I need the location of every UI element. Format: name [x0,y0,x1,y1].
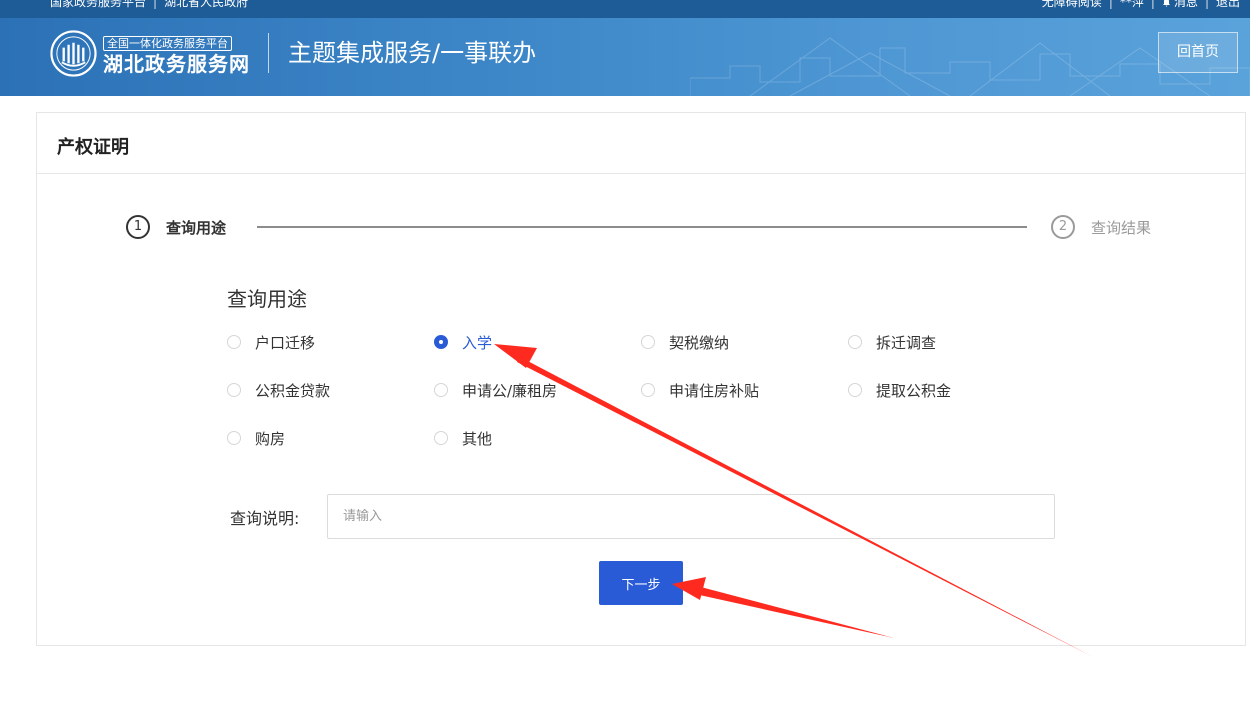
page-heading: 主题集成服务/一事联办 [288,39,537,67]
panel-divider [37,173,1245,174]
option-label: 拆迁调查 [876,333,937,352]
radio-button[interactable] [227,383,241,397]
radio-button-checked[interactable] [434,335,448,349]
option-label: 申请住房补贴 [669,381,760,400]
hubei-emblem-logo[interactable] [50,30,97,77]
radio-button[interactable] [434,383,448,397]
radio-button[interactable] [641,335,655,349]
query-description-input[interactable] [327,494,1055,539]
purpose-option-fund-withdrawal[interactable]: 提取公积金 [848,380,951,400]
radio-button[interactable] [227,431,241,445]
brand-subtitle: 全国一体化政务服务平台 [103,36,232,51]
purpose-option-other[interactable]: 其他 [434,428,492,448]
purpose-section-title: 查询用途 [227,287,307,311]
step-1-number: 1 [126,215,150,239]
top-bar-right: 无障碍阅读 | **萍 | 消息 | 退出 [1042,0,1240,9]
query-description-label: 查询说明: [230,509,300,528]
top-bar-left: 国家政务服务平台 | 湖北省人民政府 [50,0,248,9]
radio-button[interactable] [227,335,241,349]
option-label: 公积金贷款 [255,381,331,400]
option-label: 申请公/廉租房 [462,381,558,400]
radio-button[interactable] [848,335,862,349]
radio-button[interactable] [641,383,655,397]
header-divider [268,33,269,73]
user-name[interactable]: **萍 [1120,0,1144,9]
purpose-option-fund-loan[interactable]: 公积金贷款 [227,380,330,400]
hubei-government-link[interactable]: 湖北省人民政府 [164,0,248,9]
option-label: 其他 [462,429,493,448]
step-connector-line [257,226,1027,228]
option-label: 提取公积金 [876,381,952,400]
panel-title: 产权证明 [57,137,129,158]
purpose-option-hukou[interactable]: 户口迁移 [227,332,315,352]
brand-title: 湖北政务服务网 [103,52,250,76]
next-step-button[interactable]: 下一步 [599,561,683,605]
radio-button[interactable] [434,431,448,445]
purpose-option-house-purchase[interactable]: 购房 [227,428,285,448]
option-label: 购房 [255,429,286,448]
purpose-option-public-housing[interactable]: 申请公/廉租房 [434,380,557,400]
step-2-number: 2 [1051,215,1075,239]
radio-button[interactable] [848,383,862,397]
messages-link[interactable]: 消息 [1174,0,1198,9]
purpose-option-school[interactable]: 入学 [434,332,492,352]
step-2-label: 查询结果 [1091,218,1152,237]
step-1: 1 查询用途 [126,215,226,239]
option-label: 户口迁移 [255,333,316,352]
purpose-option-housing-subsidy[interactable]: 申请住房补贴 [641,380,759,400]
national-platform-link[interactable]: 国家政务服务平台 [50,0,146,9]
purpose-option-demolition[interactable]: 拆迁调查 [848,332,936,352]
step-2: 2 查询结果 [1051,215,1151,239]
option-label: 契税缴纳 [669,333,730,352]
bell-icon[interactable] [1162,0,1171,7]
accessibility-link[interactable]: 无障碍阅读 [1042,0,1102,9]
property-certificate-panel: 产权证明 1 查询用途 2 查询结果 查询用途 户口迁移 入学 契税缴纳 拆迁调… [36,112,1246,646]
step-1-label: 查询用途 [166,218,227,237]
option-label: 入学 [462,333,493,352]
top-bar: 国家政务服务平台 | 湖北省人民政府 无障碍阅读 | **萍 | 消息 | 退出 [0,0,1250,18]
purpose-option-deed-tax[interactable]: 契税缴纳 [641,332,729,352]
home-button[interactable]: 回首页 [1158,32,1238,73]
logout-link[interactable]: 退出 [1216,0,1240,9]
header-banner: 全国一体化政务服务平台 湖北政务服务网 主题集成服务/一事联办 回首页 [0,18,1250,96]
